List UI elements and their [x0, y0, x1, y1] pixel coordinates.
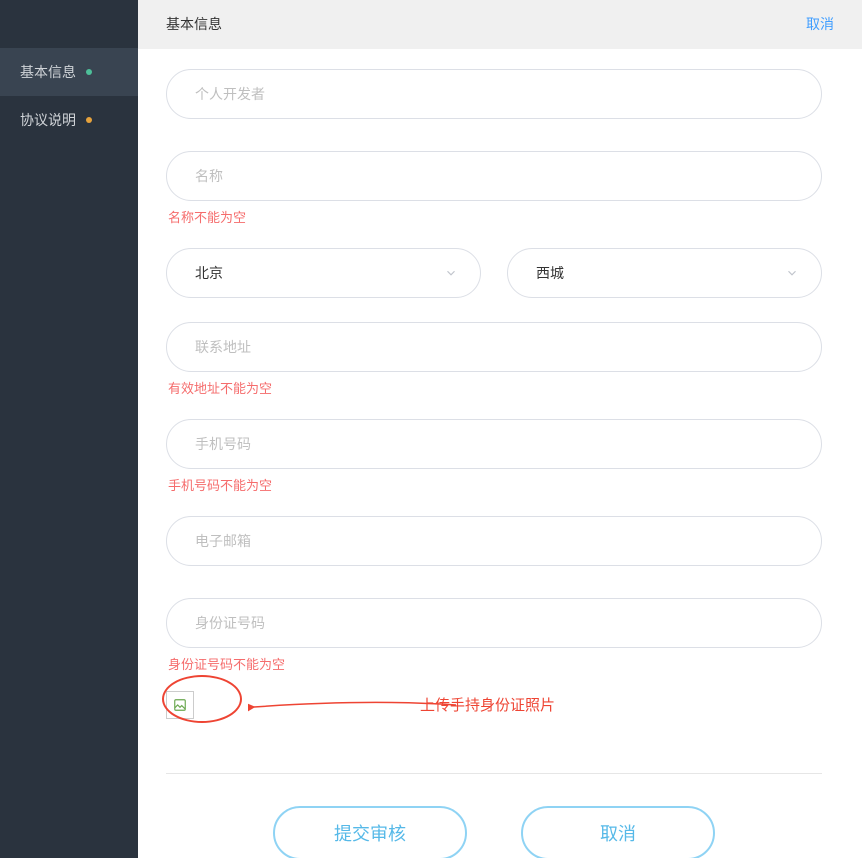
upload-photo-button[interactable]	[166, 691, 194, 719]
province-value: 北京	[195, 263, 223, 283]
phone-error: 手机号码不能为空	[168, 475, 834, 494]
developer-type-input[interactable]	[195, 86, 793, 102]
name-input[interactable]	[195, 168, 793, 184]
phone-input[interactable]	[195, 436, 793, 452]
name-field[interactable]	[166, 151, 822, 201]
city-select[interactable]: 西城	[507, 248, 822, 298]
divider	[166, 773, 822, 774]
chevron-down-icon	[444, 266, 458, 280]
page-title: 基本信息	[166, 14, 222, 34]
developer-type-field[interactable]	[166, 69, 822, 119]
form-area: 名称不能为空 北京 西城	[138, 49, 862, 858]
name-error: 名称不能为空	[168, 207, 834, 226]
phone-field[interactable]	[166, 419, 822, 469]
status-dot-icon	[86, 69, 92, 75]
idcard-error: 身份证号码不能为空	[168, 654, 834, 673]
address-input[interactable]	[195, 339, 793, 355]
main-content: 基本信息 取消 名称不能为空 北京	[138, 0, 862, 858]
address-error: 有效地址不能为空	[168, 378, 834, 397]
button-row: 提交审核 取消	[166, 806, 822, 858]
status-dot-icon	[86, 117, 92, 123]
submit-button[interactable]: 提交审核	[273, 806, 467, 858]
chevron-down-icon	[785, 266, 799, 280]
idcard-field[interactable]	[166, 598, 822, 648]
city-value: 西城	[536, 263, 564, 283]
upload-row: 上传手持身份证照片	[166, 681, 822, 729]
sidebar-item-agreement[interactable]: 协议说明	[0, 96, 138, 144]
email-input[interactable]	[195, 533, 793, 549]
email-field[interactable]	[166, 516, 822, 566]
idcard-input[interactable]	[195, 615, 793, 631]
page-header: 基本信息 取消	[138, 0, 862, 49]
upload-annotation-label: 上传手持身份证照片	[420, 694, 555, 715]
sidebar: 基本信息 协议说明	[0, 0, 138, 858]
province-select[interactable]: 北京	[166, 248, 481, 298]
header-cancel-link[interactable]: 取消	[806, 14, 834, 34]
sidebar-item-label: 协议说明	[20, 110, 76, 130]
address-field[interactable]	[166, 322, 822, 372]
broken-image-icon	[172, 697, 188, 713]
sidebar-item-label: 基本信息	[20, 62, 76, 82]
sidebar-item-basic-info[interactable]: 基本信息	[0, 48, 138, 96]
cancel-button[interactable]: 取消	[521, 806, 715, 858]
